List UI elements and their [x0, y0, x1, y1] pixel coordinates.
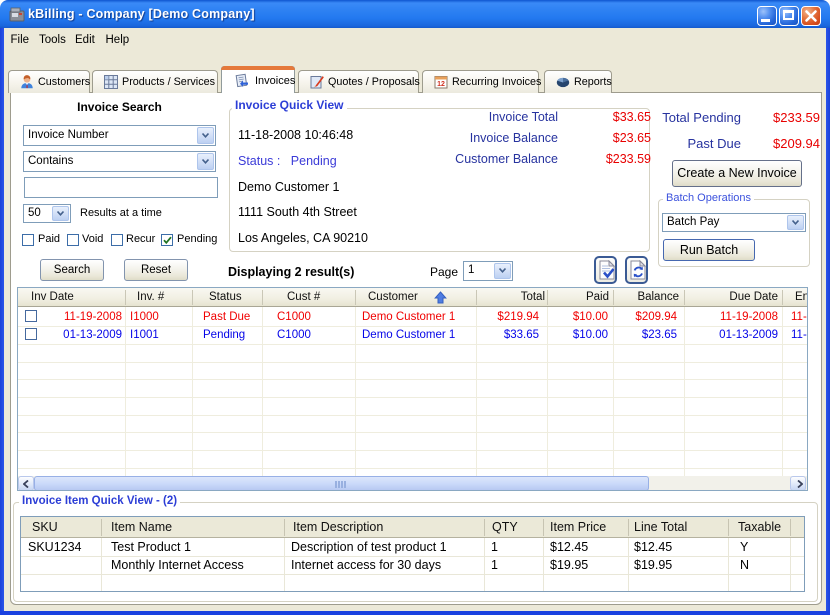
- svg-text:12: 12: [437, 81, 445, 88]
